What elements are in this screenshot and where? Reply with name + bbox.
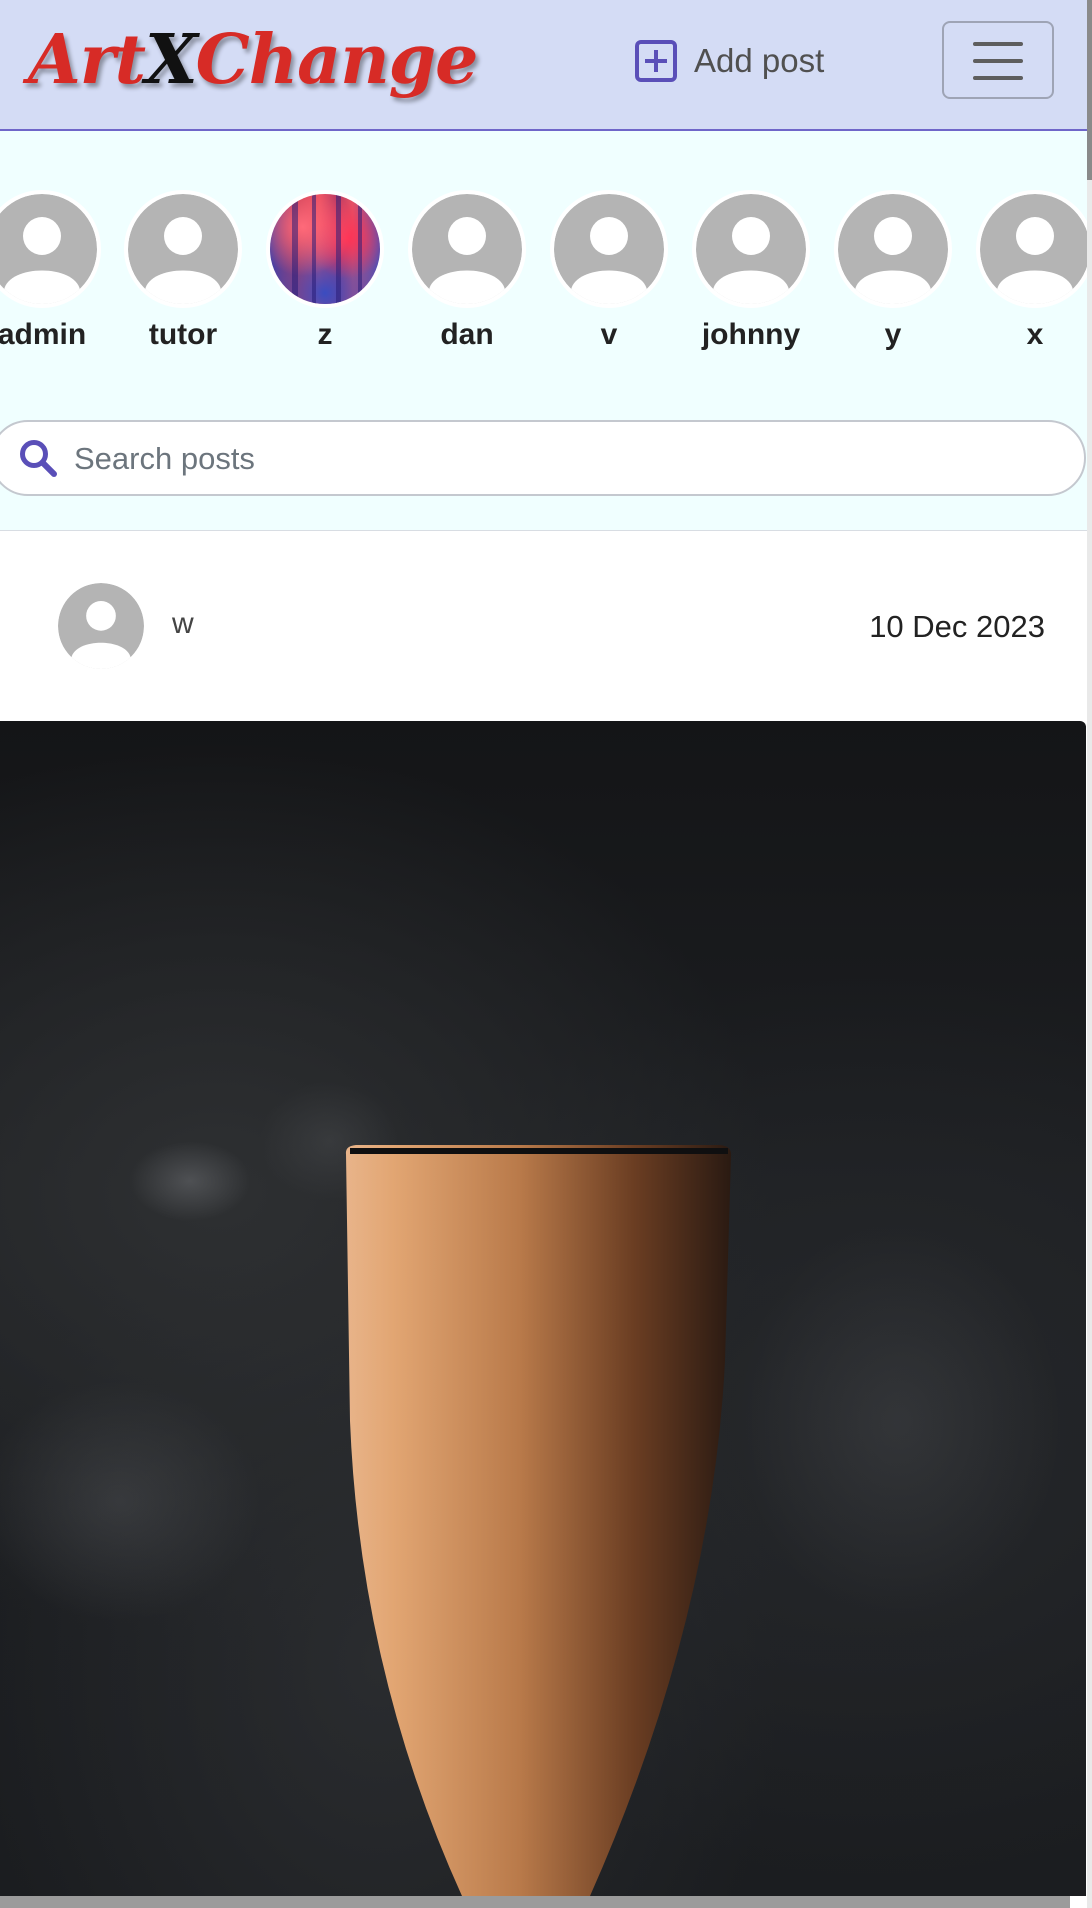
- avatar: [838, 194, 948, 304]
- avatar: [270, 194, 380, 304]
- post-date: 10 Dec 2023: [869, 609, 1045, 644]
- user-story-name: x: [1026, 318, 1044, 351]
- menu-toggle-button[interactable]: [942, 21, 1054, 99]
- post-header: w 10 Dec 2023: [0, 531, 1087, 721]
- add-post-label: Add post: [694, 42, 825, 79]
- post-card: w 10 Dec 2023: [0, 530, 1087, 1908]
- user-story-z[interactable]: z: [255, 194, 395, 352]
- search-input[interactable]: [72, 432, 1036, 486]
- default-avatar-icon: [412, 194, 522, 304]
- default-avatar-icon: [58, 583, 144, 669]
- default-avatar-icon: [838, 194, 948, 304]
- horizontal-scrollbar[interactable]: [0, 1896, 1070, 1908]
- user-story-dan[interactable]: dan: [397, 194, 537, 352]
- user-story-name: z: [317, 318, 333, 351]
- user-story-johnny[interactable]: johnny: [681, 194, 821, 352]
- post-image[interactable]: [0, 721, 1086, 1896]
- brand-logo[interactable]: ArtXChange: [28, 18, 479, 102]
- user-photo-avatar: [270, 194, 380, 304]
- user-story-tutor[interactable]: tutor: [113, 194, 253, 352]
- default-avatar-icon: [554, 194, 664, 304]
- user-story-name: v: [600, 318, 618, 351]
- default-avatar-icon: [0, 194, 97, 304]
- brand-logo-part-art: Art: [28, 20, 146, 100]
- add-post-button[interactable]: Add post: [634, 37, 824, 85]
- wooden-cup-artwork: [0, 1081, 1060, 1896]
- search-icon: [20, 440, 57, 477]
- user-story-name: dan: [440, 318, 494, 351]
- plus-square-icon: [635, 40, 677, 82]
- post-author-name[interactable]: w: [172, 607, 194, 641]
- vertical-scrollbar[interactable]: [1087, 0, 1092, 1908]
- avatar: [696, 194, 806, 304]
- user-story-name: y: [884, 318, 902, 351]
- default-avatar-icon: [980, 194, 1090, 304]
- avatar: [128, 194, 238, 304]
- avatar: [412, 194, 522, 304]
- avatar: [980, 194, 1090, 304]
- avatar: [554, 194, 664, 304]
- avatar: [0, 194, 97, 304]
- scrollbar-thumb[interactable]: [1087, 0, 1092, 180]
- search-bar: [0, 420, 1086, 496]
- user-story-v[interactable]: v: [539, 194, 679, 352]
- user-story-name: tutor: [148, 318, 218, 351]
- user-story-name: johnny: [701, 318, 801, 351]
- user-story-y[interactable]: y: [823, 194, 963, 352]
- navbar: ArtXChange Add post: [0, 0, 1087, 131]
- brand-logo-part-change: Change: [195, 20, 479, 100]
- default-avatar-icon: [696, 194, 806, 304]
- user-story-x[interactable]: x: [965, 194, 1092, 352]
- user-story-admin[interactable]: admin: [0, 194, 112, 352]
- brand-logo-part-x: X: [145, 20, 197, 100]
- post-author-avatar[interactable]: [58, 583, 144, 669]
- page: ArtXChange Add post admin tutor z dan v …: [0, 0, 1092, 1908]
- default-avatar-icon: [128, 194, 238, 304]
- user-story-name: admin: [0, 318, 87, 351]
